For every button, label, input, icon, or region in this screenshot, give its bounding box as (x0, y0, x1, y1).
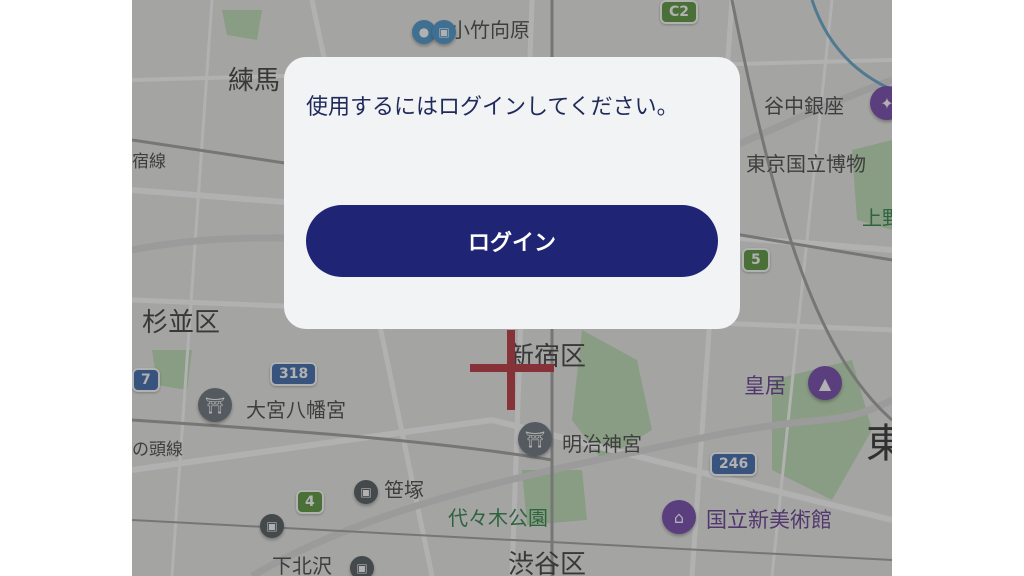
login-dialog: 使用するにはログインしてください。 ログイン (284, 57, 740, 329)
map-view[interactable]: 小竹向原 練馬 谷中銀座 東京国立博物 上野 宿線 杉並区 新宿区 大宮八幡宮 … (132, 0, 892, 576)
login-button[interactable]: ログイン (306, 205, 718, 277)
screen: 小竹向原 練馬 谷中銀座 東京国立博物 上野 宿線 杉並区 新宿区 大宮八幡宮 … (0, 0, 1024, 576)
dialog-message: 使用するにはログインしてください。 (306, 95, 679, 120)
